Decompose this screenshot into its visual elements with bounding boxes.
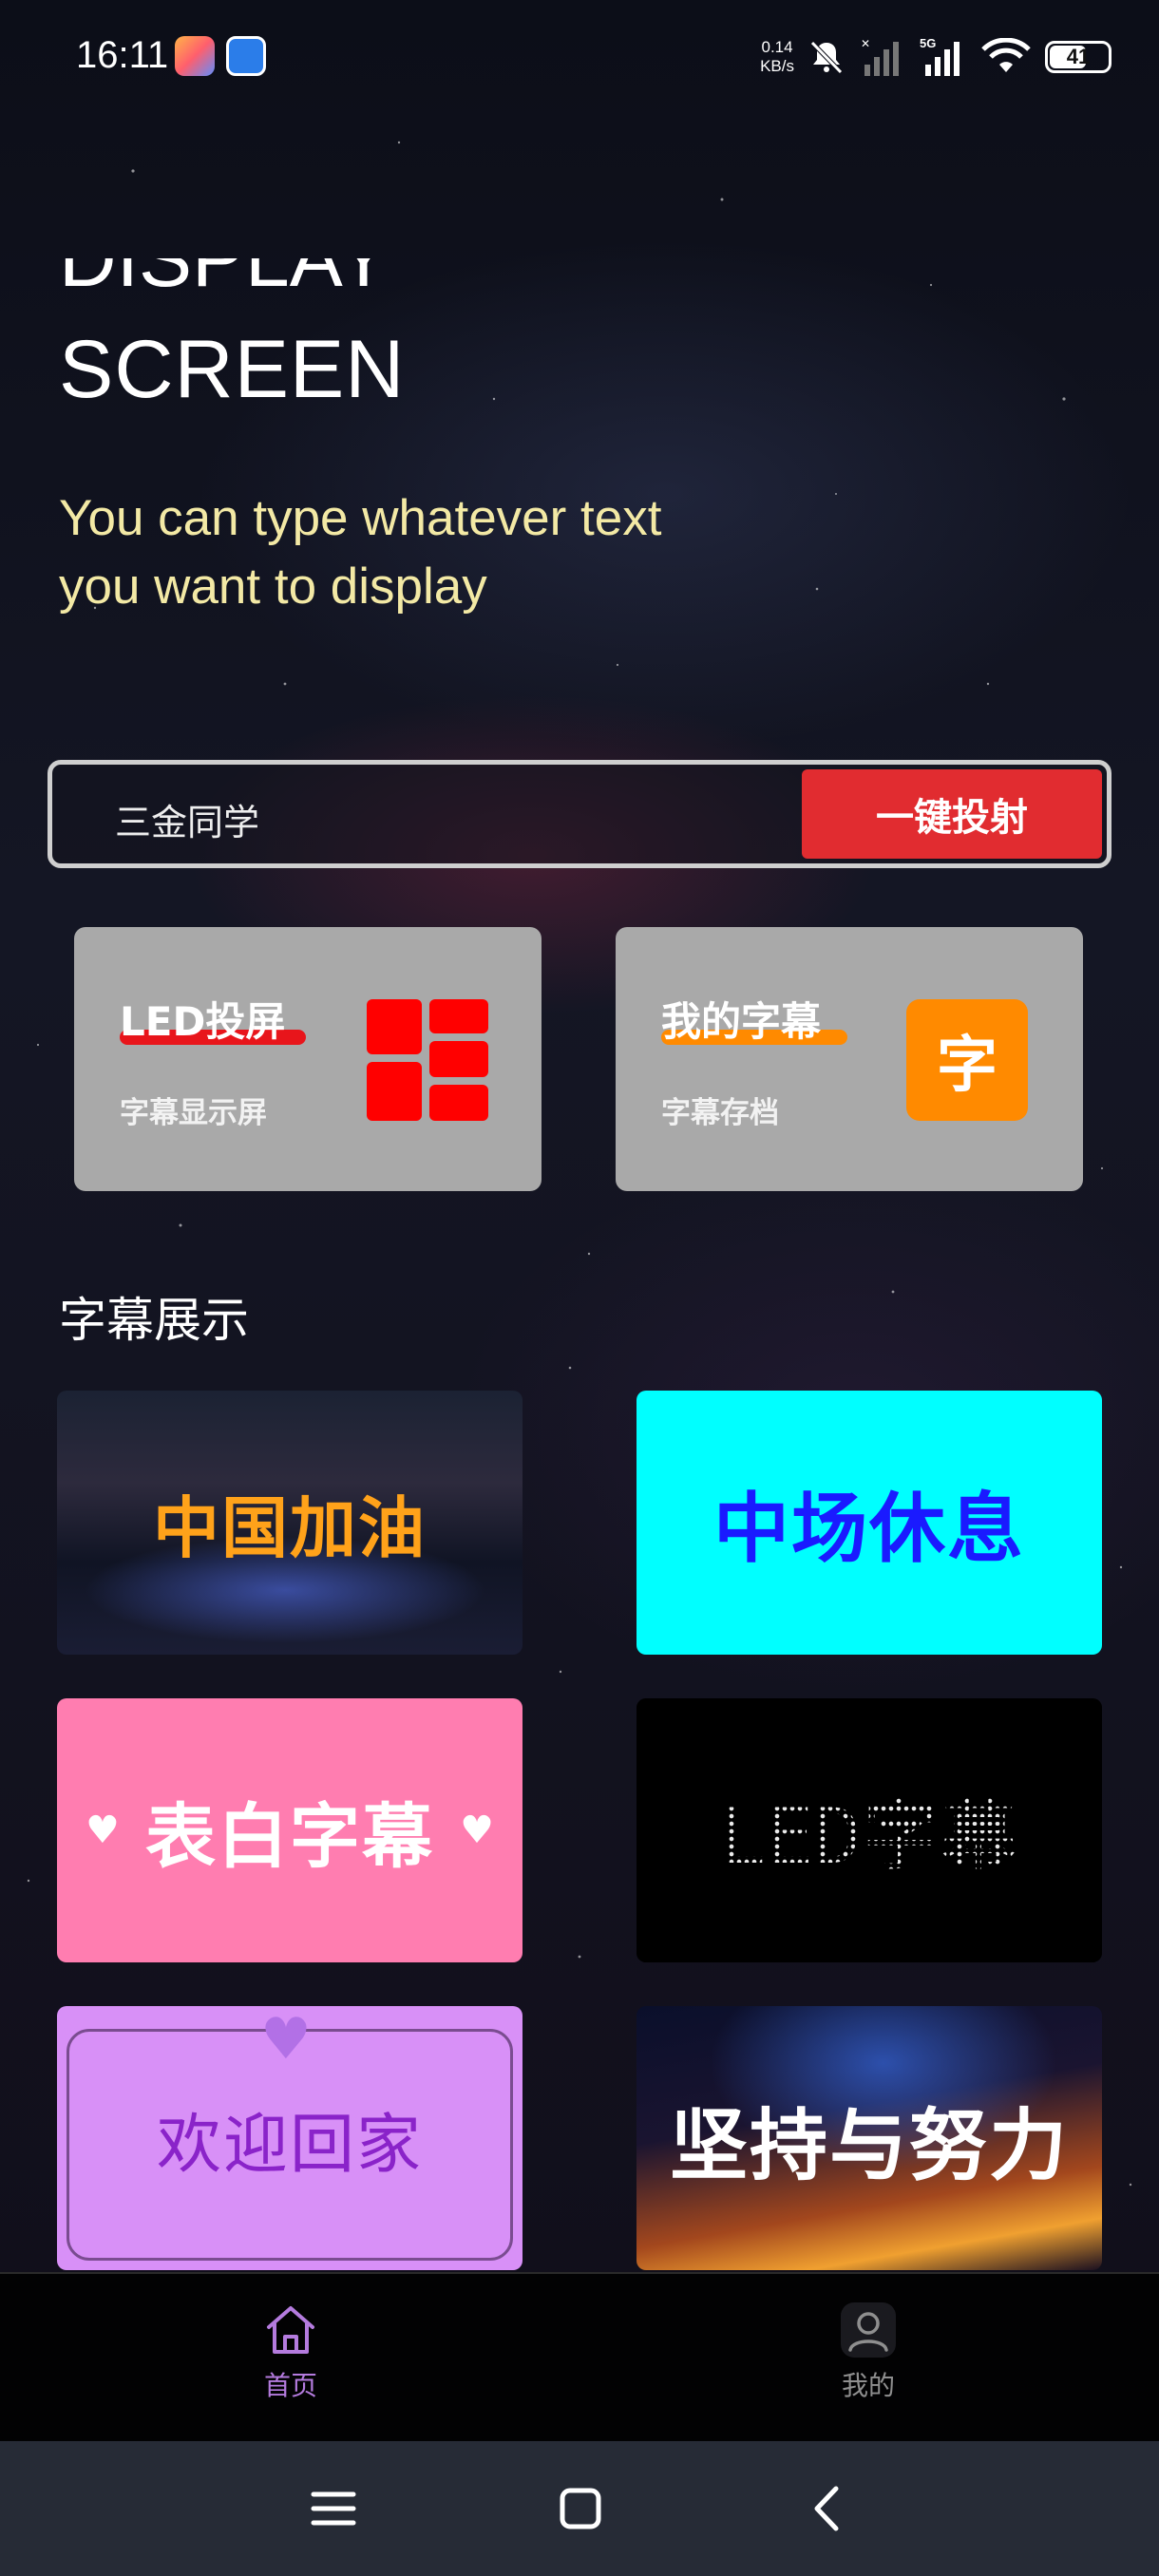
status-bar: 16:11 0.14 KB/s ✕ 5G 41 xyxy=(0,0,1159,114)
wifi-icon xyxy=(981,38,1031,72)
game-app-icon xyxy=(175,36,215,76)
showcase-text: 中场休息 xyxy=(713,1485,1025,1573)
network-type-label: 5G xyxy=(920,36,936,50)
hero-subtitle: You can type whatever text you want to d… xyxy=(59,490,662,615)
heart-icon: ♥ xyxy=(460,1809,494,1852)
browser-app-icon xyxy=(226,36,266,76)
heart-icon: ♥ xyxy=(86,1809,120,1852)
showcase-item[interactable]: ♥ 表白字幕 ♥ xyxy=(57,1698,522,1962)
nav-mine[interactable]: 我的 xyxy=(792,2301,944,2403)
battery-level: 41 xyxy=(1066,45,1091,68)
status-time: 16:11 xyxy=(76,34,169,76)
showcase-text: 表白字幕 xyxy=(145,1795,434,1878)
status-indicators: 0.14 KB/s ✕ 5G 41 xyxy=(760,28,1112,85)
user-icon xyxy=(841,2302,896,2358)
signal-sim1-icon: ✕ xyxy=(861,37,899,76)
bell-muted-icon xyxy=(810,41,843,74)
showcase-text: 坚持与努力 xyxy=(669,2100,1069,2191)
hero-title-cut-text: DISPLAY xyxy=(59,258,390,298)
svg-text:✕: ✕ xyxy=(861,37,870,50)
one-click-cast-button[interactable]: 一键投射 xyxy=(802,769,1102,859)
home-icon xyxy=(267,2306,314,2354)
menu-icon[interactable] xyxy=(304,2479,363,2538)
showcase-item[interactable]: ♥ 欢迎回家 xyxy=(57,2006,522,2270)
heart-icon: ♥ xyxy=(260,2006,312,2073)
network-speed: 0.14 KB/s xyxy=(760,38,794,76)
text-input-box[interactable]: 三金同学 一键投射 xyxy=(48,760,1112,868)
showcase-item[interactable]: 坚持与努力 xyxy=(636,2006,1102,2270)
showcase-text: LED字幕 xyxy=(719,1792,1019,1881)
my-subtitles-title: 我的字幕 xyxy=(661,998,822,1045)
led-cast-title: LED投屏 xyxy=(120,998,286,1045)
showcase-item[interactable]: LED字幕 xyxy=(636,1698,1102,1962)
led-cast-subtitle: 字幕显示屏 xyxy=(120,1096,267,1130)
hero-title: SCREEN xyxy=(59,324,406,415)
system-nav-bar xyxy=(0,2441,1159,2576)
hero-title-cut: DISPLAY xyxy=(59,258,390,298)
home-square-icon[interactable] xyxy=(551,2479,610,2538)
led-cast-card[interactable]: LED投屏 字幕显示屏 xyxy=(74,927,542,1191)
nav-home-label: 首页 xyxy=(263,2370,317,2401)
showcase-item[interactable]: 中国加油 xyxy=(57,1391,522,1655)
network-speed-unit: KB/s xyxy=(760,57,794,75)
signal-5g-icon: 5G xyxy=(920,36,960,76)
showcase-text: 中国加油 xyxy=(153,1488,427,1567)
text-input-value[interactable]: 三金同学 xyxy=(115,793,259,845)
zi-icon: 字 xyxy=(906,999,1028,1121)
bottom-nav: 首页 我的 xyxy=(0,2272,1159,2441)
battery-icon: 41 xyxy=(1045,41,1112,73)
showcase-item[interactable]: 中场休息 xyxy=(636,1391,1102,1655)
network-speed-value: 0.14 xyxy=(761,38,793,56)
section-title: 字幕展示 xyxy=(59,1293,249,1348)
back-icon[interactable] xyxy=(798,2479,857,2538)
my-subtitles-subtitle: 字幕存档 xyxy=(661,1096,779,1130)
my-subtitles-card[interactable]: 我的字幕 字幕存档 字 xyxy=(616,927,1083,1191)
nav-mine-label: 我的 xyxy=(841,2370,895,2401)
nav-home[interactable]: 首页 xyxy=(215,2301,367,2403)
grid-icon xyxy=(367,999,488,1121)
